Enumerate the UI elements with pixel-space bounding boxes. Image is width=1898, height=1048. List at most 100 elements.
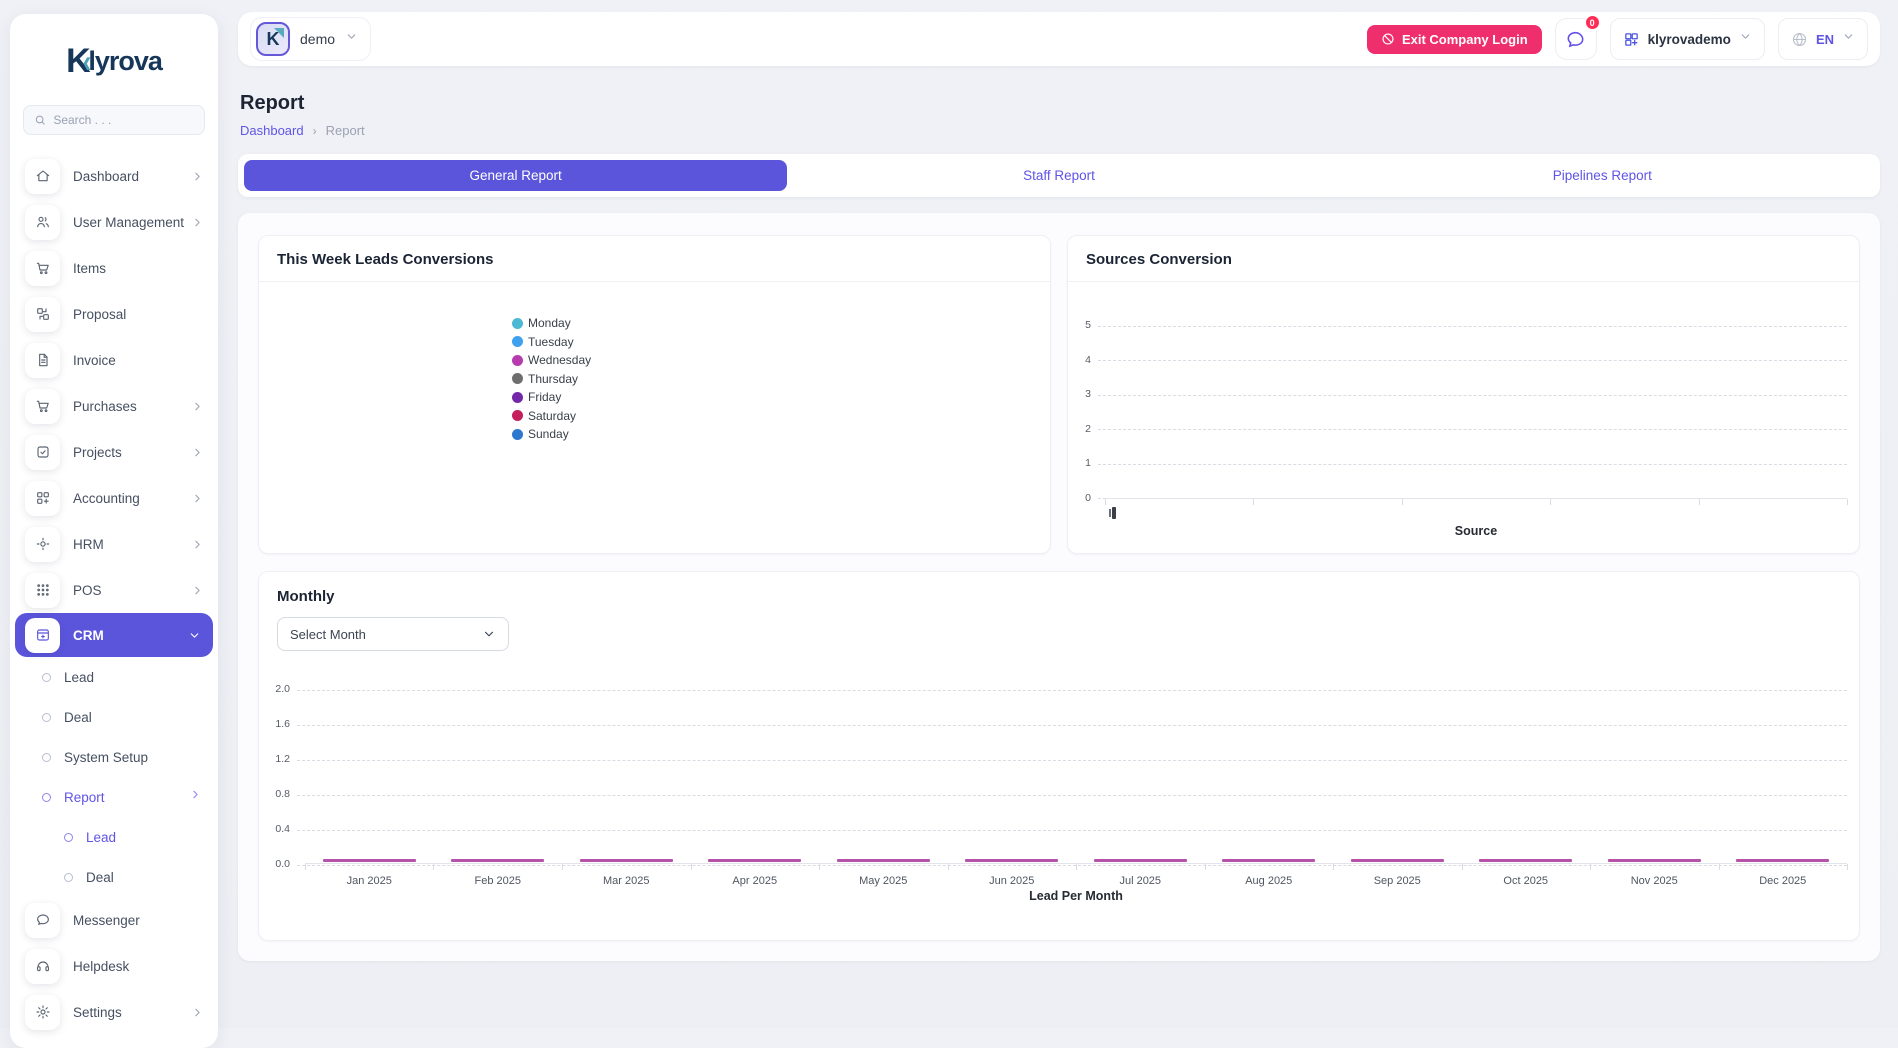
sidebar-item-user-management[interactable]: User Management	[10, 199, 218, 245]
legend-item[interactable]: Saturday	[512, 407, 591, 426]
sidebar-subitem-deal[interactable]: Deal	[10, 857, 218, 897]
bar-feb-2025[interactable]	[451, 859, 544, 862]
bar-mar-2025[interactable]	[580, 859, 673, 862]
bar-jun-2025[interactable]	[965, 859, 1058, 862]
sidebar-subitem-report[interactable]: Report	[10, 777, 218, 817]
sidebar-item-label: HRM	[73, 537, 191, 552]
tab-pipelines-report[interactable]: Pipelines Report	[1331, 160, 1874, 191]
legend-item[interactable]: Thursday	[512, 370, 591, 389]
proposal-icon	[25, 297, 60, 332]
x-tick-label: May 2025	[859, 875, 907, 887]
messages-button[interactable]: 0	[1555, 18, 1597, 60]
sidebar-nav: DashboardUser ManagementItemsProposal Inv…	[10, 153, 218, 1035]
gridline-row: 0	[1068, 493, 1847, 505]
exit-company-login-button[interactable]: Exit Company Login	[1367, 25, 1542, 54]
sidebar-item-label: Lead	[86, 830, 202, 845]
report-tabs: General ReportStaff ReportPipelines Repo…	[238, 154, 1880, 197]
legend-label: Tuesday	[528, 335, 574, 349]
main-area: K demo Exit Company Login 0 klyrovademo …	[238, 0, 1880, 961]
chat-bubble-icon	[1565, 29, 1586, 50]
gridline-row: 4	[1068, 355, 1847, 367]
bar-apr-2025[interactable]	[708, 859, 801, 862]
sidebar: K‹lyrova DashboardUser ManagementItemsPr…	[10, 14, 218, 1048]
bullet-icon	[42, 713, 51, 722]
sidebar-item-helpdesk[interactable]: Helpdesk	[10, 943, 218, 989]
legend-item[interactable]: Tuesday	[512, 333, 591, 352]
sidebar-subitem-lead[interactable]: Lead	[10, 657, 218, 697]
sidebar-item-accounting[interactable]: Accounting	[10, 475, 218, 521]
sidebar-item-invoice[interactable]: Invoice	[10, 337, 218, 383]
tab-general-report[interactable]: General Report	[244, 160, 787, 191]
sidebar-subitem-system-setup[interactable]: System Setup	[10, 737, 218, 777]
x-tick-label: Feb 2025	[475, 875, 521, 887]
x-tick-label: Jan 2025	[347, 875, 392, 887]
sidebar-item-items[interactable]: Items	[10, 245, 218, 291]
sidebar-item-messenger[interactable]: Messenger	[10, 897, 218, 943]
chevron-right-icon	[191, 400, 204, 413]
breadcrumb-dashboard-link[interactable]: Dashboard	[240, 123, 304, 138]
y-tick-label: 1.6	[259, 718, 297, 730]
gridline-row: 1	[1068, 458, 1847, 470]
legend-item[interactable]: Sunday	[512, 425, 591, 444]
sidebar-search[interactable]	[23, 105, 205, 135]
select-month-value: Select Month	[290, 627, 366, 642]
leads-conversions-title: This Week Leads Conversions	[259, 236, 1050, 282]
chat-icon	[25, 903, 60, 938]
legend-item[interactable]: Friday	[512, 388, 591, 407]
users-icon	[25, 205, 60, 240]
legend-dot	[512, 336, 523, 347]
company-switcher[interactable]: K demo	[250, 17, 371, 61]
select-month-dropdown[interactable]: Select Month	[277, 617, 509, 651]
gridline	[1098, 464, 1847, 465]
sidebar-item-proposal[interactable]: Proposal	[10, 291, 218, 337]
exit-button-label: Exit Company Login	[1402, 32, 1528, 47]
bar-may-2025[interactable]	[837, 859, 930, 862]
bar-jan-2025[interactable]	[323, 859, 416, 862]
sidebar-item-purchases[interactable]: Purchases	[10, 383, 218, 429]
bar-jul-2025[interactable]	[1094, 859, 1187, 862]
legend-item[interactable]: Monday	[512, 314, 591, 333]
sidebar-item-projects[interactable]: Projects	[10, 429, 218, 475]
sidebar-subitem-lead[interactable]: Lead	[10, 817, 218, 857]
y-tick-label: 0.4	[259, 823, 297, 835]
y-tick-label: 4	[1068, 354, 1098, 366]
sidebar-item-label: Lead	[64, 670, 202, 685]
x-tick-label: Apr 2025	[732, 875, 777, 887]
chevron-right-icon	[191, 492, 204, 505]
language-selector[interactable]: EN	[1778, 18, 1868, 60]
sources-conversion-card: Sources Conversion 543210Source	[1067, 235, 1860, 554]
y-tick-label: 2.0	[259, 683, 297, 695]
bar-sep-2025[interactable]	[1351, 859, 1444, 862]
bar-oct-2025[interactable]	[1479, 859, 1572, 862]
user-menu[interactable]: klyrovademo	[1610, 18, 1765, 60]
tab-staff-report[interactable]: Staff Report	[787, 160, 1330, 191]
check-square-icon	[25, 435, 60, 470]
legend-item[interactable]: Wednesday	[512, 351, 591, 370]
sidebar-item-settings[interactable]: Settings	[10, 989, 218, 1035]
sidebar-item-pos[interactable]: POS	[10, 567, 218, 613]
sidebar-item-dashboard[interactable]: Dashboard	[10, 153, 218, 199]
sidebar-item-label: Deal	[86, 870, 202, 885]
bar-aug-2025[interactable]	[1222, 859, 1315, 862]
grid-dots-icon	[25, 573, 60, 608]
home-icon	[25, 159, 60, 194]
logo-caret-icon: ‹	[83, 42, 92, 81]
bar-nov-2025[interactable]	[1608, 859, 1701, 862]
sidebar-item-label: Purchases	[73, 399, 191, 414]
gridline-row: 3	[1068, 389, 1847, 401]
sidebar-item-crm[interactable]: CRM	[15, 613, 213, 657]
sidebar-item-hrm[interactable]: HRM	[10, 521, 218, 567]
x-tick-label: Nov 2025	[1631, 875, 1678, 887]
chevron-right-icon	[191, 538, 204, 551]
logo-text: lyrova	[88, 46, 162, 77]
language-code: EN	[1816, 32, 1834, 47]
prohibition-icon	[1381, 32, 1395, 46]
bar-dec-2025[interactable]	[1736, 859, 1829, 862]
sidebar-item-label: Deal	[64, 710, 202, 725]
x-tick-label: Mar 2025	[603, 875, 649, 887]
search-input[interactable]	[53, 113, 194, 127]
sidebar-subitem-deal[interactable]: Deal	[10, 697, 218, 737]
sidebar-item-label: Invoice	[73, 353, 204, 368]
axis-tick	[1550, 499, 1551, 505]
breadcrumb: Dashboard › Report	[240, 123, 1878, 138]
